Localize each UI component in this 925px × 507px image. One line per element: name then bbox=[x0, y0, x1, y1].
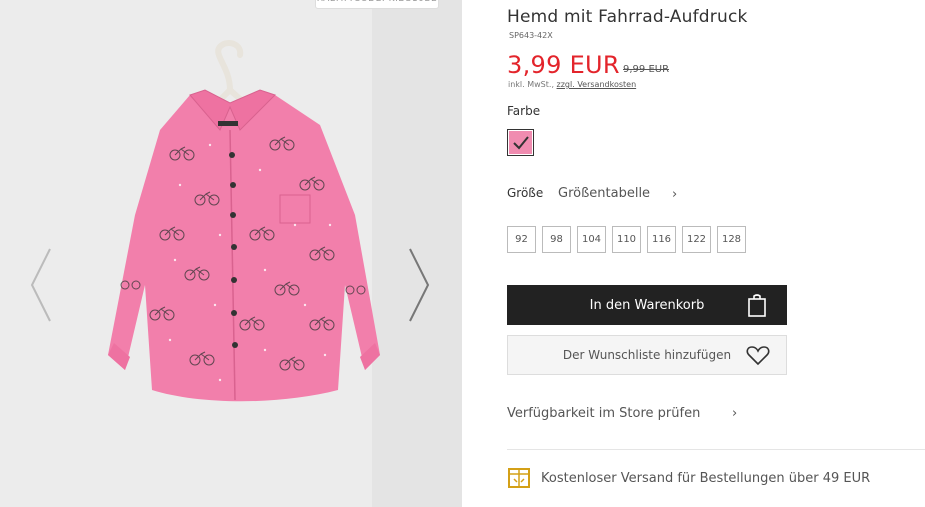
check-store-availability-link[interactable]: Verfügbarkeit im Store prüfen bbox=[507, 406, 700, 421]
size-option-98[interactable]: 98 bbox=[542, 226, 571, 253]
size-label: Größe bbox=[507, 186, 544, 200]
free-shipping-info: Kostenloser Versand für Bestellungen übe… bbox=[507, 467, 870, 489]
size-option-116[interactable]: 116 bbox=[647, 226, 676, 253]
promo-code-badge: RABATTCODE: KIDS10BE bbox=[315, 0, 439, 9]
free-shipping-text: Kostenloser Versand für Bestellungen übe… bbox=[541, 470, 871, 486]
product-sku: SP643-42X bbox=[509, 31, 553, 40]
chevron-right-icon[interactable]: › bbox=[732, 406, 737, 421]
heart-icon bbox=[746, 346, 770, 366]
size-option-110[interactable]: 110 bbox=[612, 226, 641, 253]
product-info-panel: Hemd mit Fahrrad-Aufdruck SP643-42X 3,99… bbox=[462, 0, 925, 507]
checkmark-icon bbox=[513, 136, 529, 150]
product-price: 3,99 EUR bbox=[507, 51, 620, 79]
size-chart-link[interactable]: Größentabelle bbox=[558, 186, 650, 201]
divider bbox=[507, 449, 925, 450]
shipping-costs-link[interactable]: zzgl. Versandkosten bbox=[557, 80, 637, 89]
chevron-right-icon[interactable]: › bbox=[672, 187, 677, 202]
size-option-128[interactable]: 128 bbox=[717, 226, 746, 253]
add-to-cart-button[interactable]: In den Warenkorb bbox=[507, 285, 787, 325]
add-to-wishlist-label: Der Wunschliste hinzufügen bbox=[562, 348, 732, 362]
color-label: Farbe bbox=[507, 104, 541, 118]
swatch-fill bbox=[509, 131, 532, 154]
gallery-prev-arrow-icon[interactable] bbox=[26, 245, 56, 325]
size-option-122[interactable]: 122 bbox=[682, 226, 711, 253]
delivery-box-icon bbox=[508, 468, 530, 488]
add-to-cart-label: In den Warenkorb bbox=[589, 297, 705, 313]
product-gallery: RABATTCODE: KIDS10BE bbox=[0, 0, 462, 507]
gallery-next-arrow-icon[interactable] bbox=[404, 245, 434, 325]
add-to-wishlist-button[interactable]: Der Wunschliste hinzufügen bbox=[507, 335, 787, 375]
color-swatch-selected[interactable] bbox=[507, 129, 534, 156]
tax-prefix: inkl. MwSt., bbox=[508, 80, 554, 89]
product-image-shirt bbox=[108, 40, 380, 402]
size-option-104[interactable]: 104 bbox=[577, 226, 606, 253]
size-options: 92 98 104 110 116 122 128 bbox=[507, 226, 746, 253]
shopping-bag-icon bbox=[748, 294, 766, 317]
tax-info: inkl. MwSt., zzgl. Versandkosten bbox=[508, 80, 636, 89]
size-option-92[interactable]: 92 bbox=[507, 226, 536, 253]
product-title: Hemd mit Fahrrad-Aufdruck bbox=[507, 7, 748, 27]
product-old-price: 9,99 EUR bbox=[623, 64, 670, 75]
